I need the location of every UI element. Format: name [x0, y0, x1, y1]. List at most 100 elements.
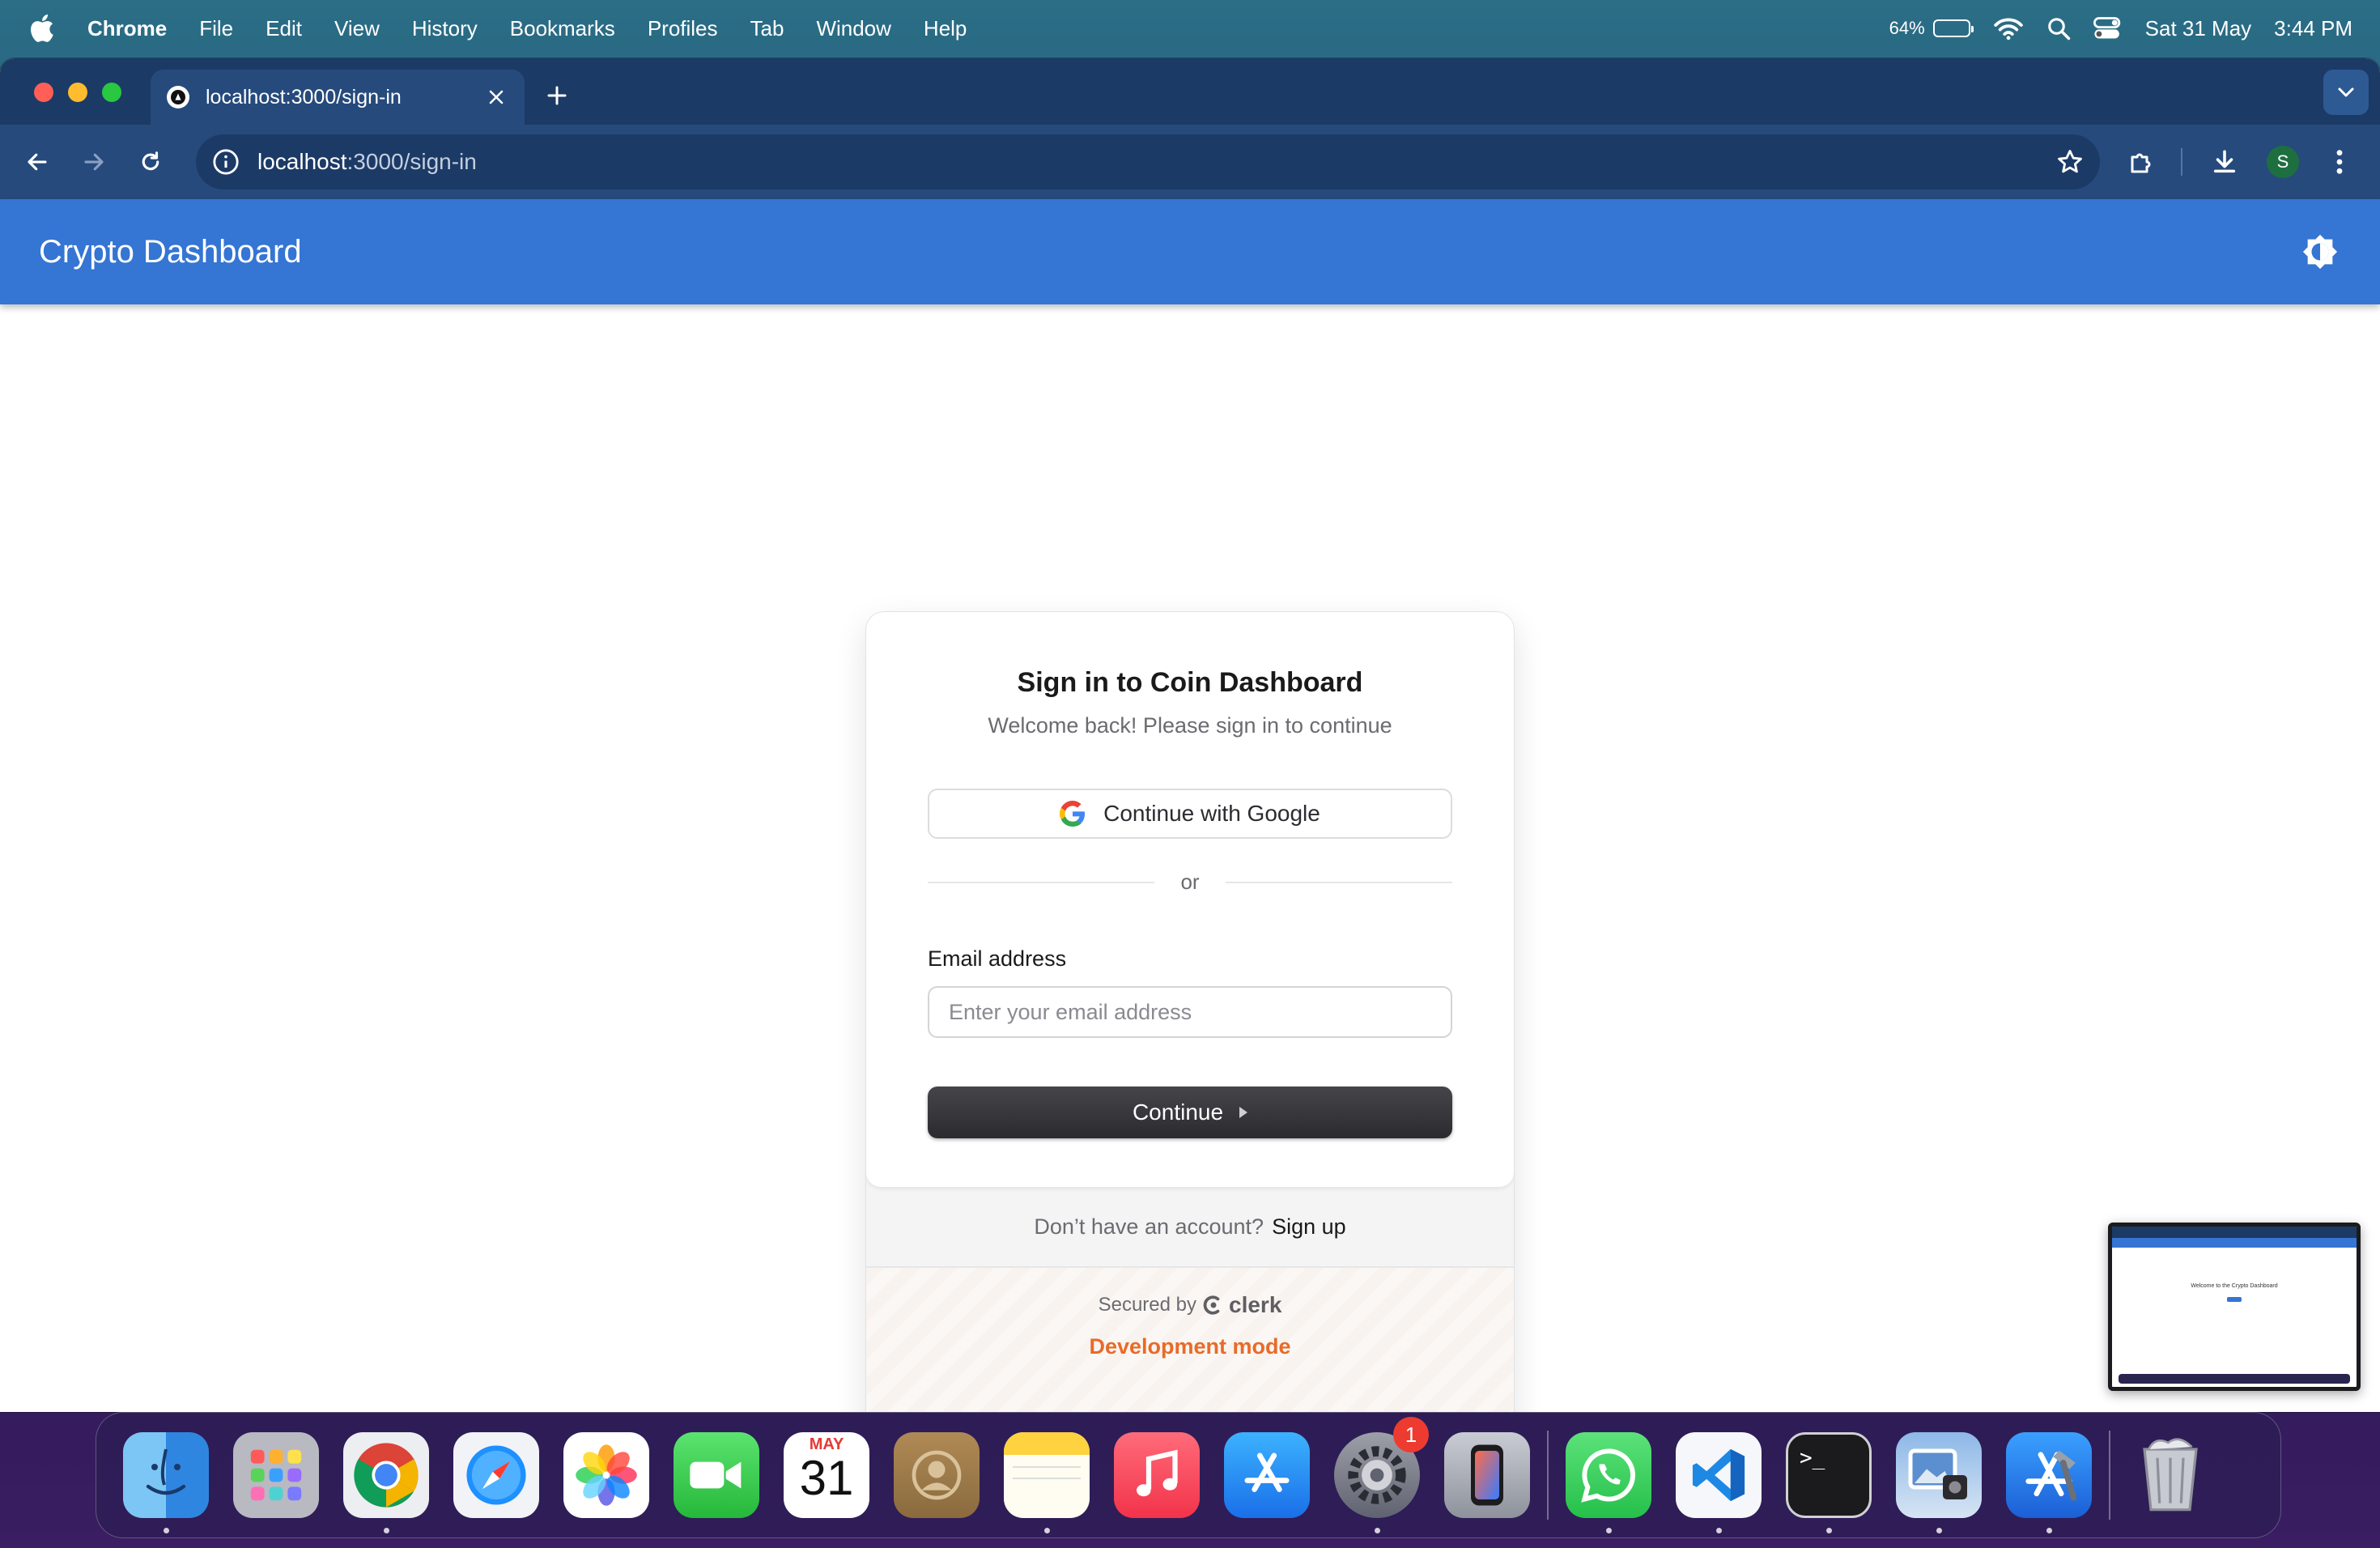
clerk-logo-icon: [1203, 1295, 1220, 1315]
menu-view[interactable]: View: [334, 16, 380, 41]
no-account-text: Don’t have an account?: [1034, 1214, 1264, 1239]
macos-dock: MAY 31 1 >_: [96, 1412, 2281, 1538]
running-indicator: [2046, 1528, 2052, 1533]
sign-up-link[interactable]: Sign up: [1272, 1214, 1346, 1240]
notes-lines: [1012, 1478, 1082, 1489]
contacts-icon: [894, 1432, 980, 1518]
reload-icon[interactable]: [131, 142, 170, 181]
tab-search-chevron-icon[interactable]: [2323, 70, 2369, 115]
tab-sign-in[interactable]: localhost:3000/sign-in: [151, 70, 525, 125]
dock-launchpad[interactable]: [221, 1420, 331, 1530]
minimize-window-button[interactable]: [68, 83, 87, 102]
spotlight-search-icon[interactable]: [2046, 16, 2071, 40]
menu-bar-date[interactable]: Sat 31 May: [2145, 16, 2252, 41]
divider-line-right: [1225, 881, 1452, 883]
apple-icon[interactable]: [28, 12, 60, 45]
dock-finder[interactable]: [111, 1420, 221, 1533]
dock-iphone-mirroring[interactable]: [1432, 1420, 1542, 1530]
screenshot-thumbnail[interactable]: Welcome to the Crypto Dashboard: [2108, 1223, 2361, 1391]
calendar-day: 31: [799, 1451, 854, 1505]
clerk-brand-text: clerk: [1229, 1292, 1282, 1317]
settings-notification-badge: 1: [1393, 1417, 1429, 1452]
toolbar-divider: [2181, 148, 2182, 176]
close-tab-icon[interactable]: [484, 85, 508, 109]
dock-chrome[interactable]: [331, 1420, 441, 1533]
menu-bar-time[interactable]: 3:44 PM: [2274, 16, 2352, 41]
dock-facetime[interactable]: [661, 1420, 771, 1530]
menu-help[interactable]: Help: [924, 16, 967, 41]
zoom-window-button[interactable]: [102, 83, 121, 102]
sign-in-form: Sign in to Coin Dashboard Welcome back! …: [866, 612, 1514, 1187]
development-mode-label: Development mode: [1089, 1334, 1291, 1359]
dock-preview[interactable]: [1884, 1420, 1994, 1533]
dock-app-store[interactable]: [1212, 1420, 1322, 1530]
menu-profiles[interactable]: Profiles: [648, 16, 718, 41]
dock-photos[interactable]: [551, 1420, 661, 1530]
running-indicator: [1716, 1528, 1722, 1533]
dock-calendar[interactable]: MAY 31: [771, 1420, 882, 1530]
music-icon: [1114, 1432, 1200, 1518]
terminal-prompt-glyph: >_: [1800, 1446, 1825, 1470]
web-page: Crypto Dashboard Sign in to Coin Dashboa…: [0, 199, 2380, 1412]
downloads-icon[interactable]: [2207, 144, 2242, 180]
battery-status[interactable]: 64%: [1889, 18, 1974, 39]
menu-history[interactable]: History: [412, 16, 478, 41]
browser-toolbar: localhost:3000/sign-in S: [0, 125, 2380, 199]
dock-system-settings[interactable]: 1: [1322, 1417, 1432, 1533]
clerk-logo[interactable]: clerk: [1203, 1292, 1281, 1318]
running-indicator: [384, 1528, 389, 1533]
wifi-icon[interactable]: [1993, 16, 2024, 40]
chrome-menu-icon[interactable]: [2323, 146, 2356, 178]
dock-terminal[interactable]: >_: [1774, 1420, 1884, 1533]
vscode-icon: [1676, 1432, 1762, 1518]
sign-in-title: Sign in to Coin Dashboard: [1017, 667, 1363, 698]
or-divider: or: [928, 870, 1452, 895]
dock-safari[interactable]: [441, 1420, 551, 1530]
app-title[interactable]: Crypto Dashboard: [39, 234, 302, 270]
preview-icon: [1896, 1432, 1982, 1518]
bookmark-star-icon[interactable]: [2056, 148, 2084, 176]
xcode-icon: [2006, 1432, 2092, 1518]
running-indicator: [1936, 1528, 1942, 1533]
site-info-icon[interactable]: [212, 148, 240, 176]
terminal-icon: >_: [1786, 1432, 1872, 1518]
finder-icon: [123, 1432, 209, 1518]
menu-app-name[interactable]: Chrome: [87, 16, 167, 41]
extensions-puzzle-icon[interactable]: [2124, 144, 2160, 180]
running-indicator: [1044, 1528, 1050, 1533]
macos-menu-bar: Chrome File Edit View History Bookmarks …: [0, 0, 2380, 57]
google-button-label: Continue with Google: [1103, 801, 1320, 826]
launchpad-icon: [233, 1432, 319, 1518]
new-tab-plus-icon[interactable]: [541, 79, 573, 112]
address-bar[interactable]: localhost:3000/sign-in: [196, 134, 2100, 189]
menu-tab[interactable]: Tab: [750, 16, 784, 41]
menu-bookmarks[interactable]: Bookmarks: [510, 16, 615, 41]
control-center-icon[interactable]: [2093, 16, 2123, 40]
sign-in-card: Sign in to Coin Dashboard Welcome back! …: [866, 612, 1514, 1412]
profile-avatar[interactable]: S: [2267, 146, 2299, 178]
email-label: Email address: [928, 946, 1067, 971]
chrome-icon: [343, 1432, 429, 1518]
dock-vscode[interactable]: [1664, 1420, 1774, 1533]
menu-edit[interactable]: Edit: [266, 16, 302, 41]
running-indicator: [164, 1528, 169, 1533]
notes-header: [1004, 1432, 1090, 1455]
dock-xcode[interactable]: [1994, 1420, 2104, 1533]
continue-with-google-button[interactable]: Continue with Google: [928, 789, 1452, 839]
dock-music[interactable]: [1102, 1420, 1212, 1530]
theme-toggle-icon[interactable]: [2299, 231, 2341, 273]
back-arrow-icon[interactable]: [18, 142, 57, 181]
continue-button[interactable]: Continue: [928, 1087, 1452, 1138]
forward-arrow-icon[interactable]: [74, 142, 113, 181]
dock-separator: [1547, 1431, 1549, 1520]
dock-whatsapp[interactable]: [1553, 1420, 1664, 1533]
menu-window[interactable]: Window: [816, 16, 890, 41]
email-input[interactable]: [928, 986, 1452, 1038]
safari-icon: [453, 1432, 539, 1518]
menu-bar-status: 64% Sat 31 May 3:44 PM: [1889, 16, 2352, 41]
menu-file[interactable]: File: [199, 16, 233, 41]
dock-trash[interactable]: [2115, 1420, 2225, 1530]
close-window-button[interactable]: [34, 83, 53, 102]
dock-notes[interactable]: [992, 1420, 1102, 1533]
dock-contacts[interactable]: [882, 1420, 992, 1530]
